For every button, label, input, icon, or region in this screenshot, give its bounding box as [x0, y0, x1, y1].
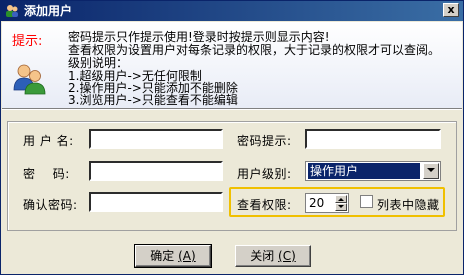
hide-in-list-label[interactable]: 列表中隐藏: [377, 196, 440, 213]
user-level-label: 用户级别:: [237, 167, 292, 181]
confirm-password-input[interactable]: [89, 192, 223, 212]
chevron-down-icon: [427, 168, 435, 172]
ok-label: 确定: [150, 249, 175, 263]
view-permission-spinner[interactable]: 20: [305, 193, 349, 213]
info-line-6: 3.浏览用户->只能查看不能编辑: [68, 93, 238, 107]
arrow-up-icon: [338, 198, 344, 201]
dropdown-arrow-button[interactable]: [423, 163, 439, 179]
ok-hotkey: (A): [178, 249, 196, 263]
user-level-select[interactable]: 操作用户: [305, 161, 441, 181]
spin-down-button[interactable]: [335, 203, 347, 211]
tip-label: 提示:: [12, 34, 43, 49]
add-user-dialog: 添加用户 x 提示: 密码提示只作提示使用!登录时按提示则显示内容! 查看权限为…: [0, 0, 464, 275]
view-permission-value[interactable]: 20: [309, 196, 324, 210]
close-window-button[interactable]: x: [443, 3, 459, 17]
password-input[interactable]: [89, 161, 223, 181]
separator: [2, 108, 462, 110]
hide-in-list-checkbox[interactable]: [360, 195, 373, 208]
title-bar: 添加用户 x: [1, 1, 463, 21]
arrow-down-icon: [338, 205, 344, 208]
user-level-value: 操作用户: [308, 163, 420, 179]
password-hint-input[interactable]: [305, 129, 441, 149]
view-permission-label: 查看权限:: [237, 198, 292, 212]
close-hotkey: (C): [278, 249, 296, 263]
info-panel: 提示: 密码提示只作提示使用!登录时按提示则显示内容! 查看权限为设置用户对每条…: [2, 22, 462, 108]
close-icon: x: [447, 3, 455, 16]
users-icon: [13, 64, 46, 95]
window-title: 添加用户: [24, 4, 73, 18]
password-hint-label: 密码提示:: [237, 134, 292, 148]
spin-up-button[interactable]: [335, 195, 347, 203]
username-input[interactable]: [89, 129, 223, 149]
users-app-icon: [6, 5, 18, 17]
confirm-password-label: 确认密码:: [23, 198, 78, 212]
close-label: 关闭: [250, 249, 275, 263]
password-label: 密 码:: [23, 167, 70, 181]
username-label: 用 户 名:: [23, 134, 74, 148]
ok-button[interactable]: 确定 (A): [134, 244, 212, 268]
close-button[interactable]: 关闭 (C): [235, 245, 311, 267]
